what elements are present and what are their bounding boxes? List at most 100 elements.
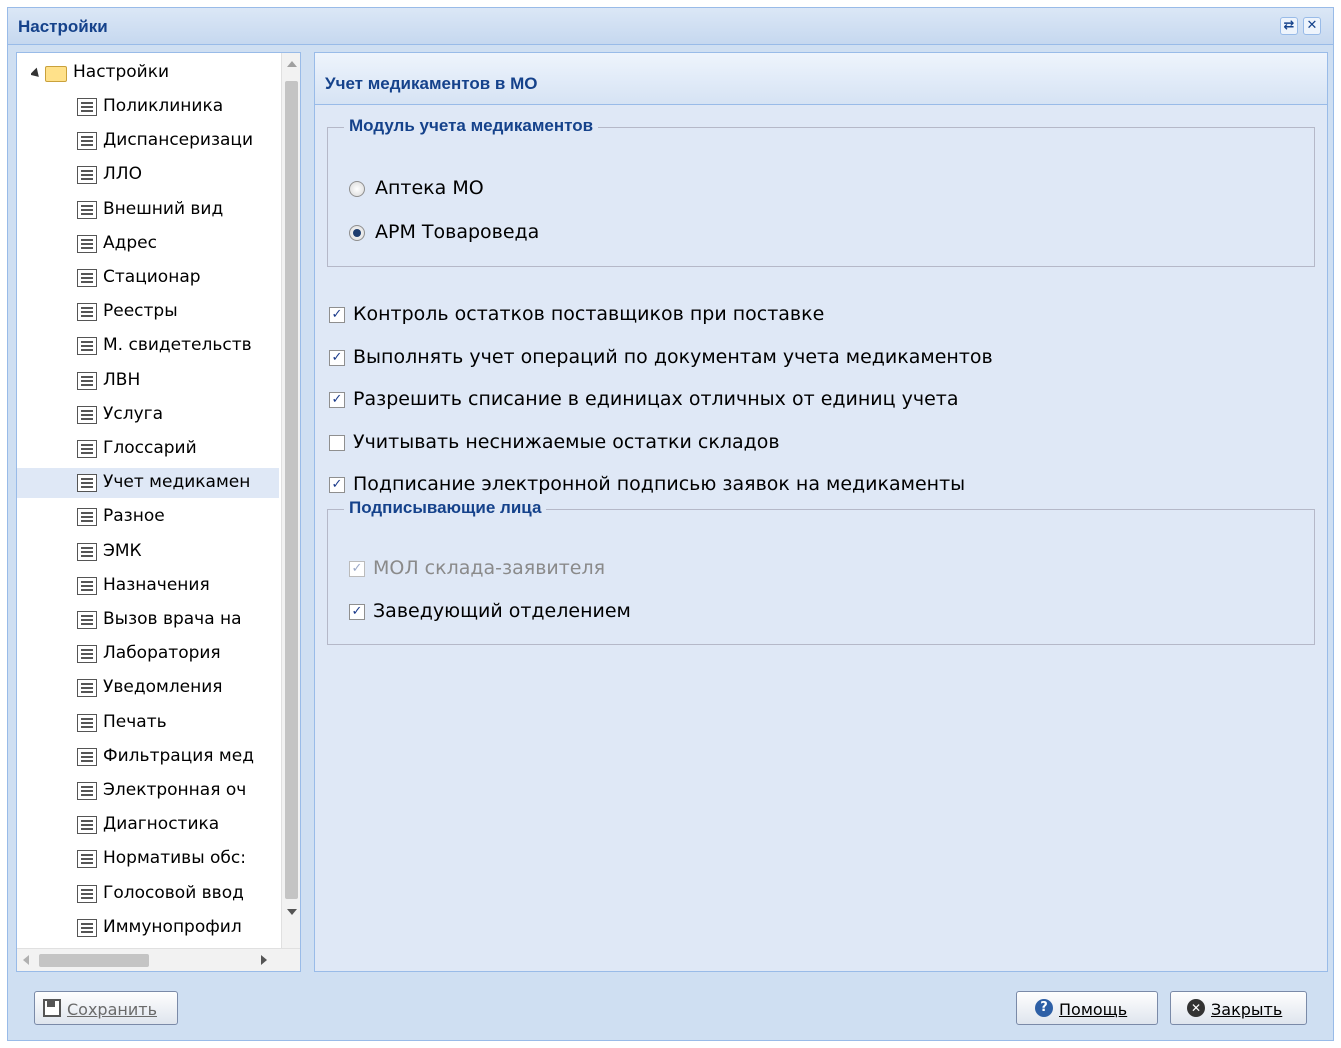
page-icon: [77, 542, 97, 561]
refresh-icon[interactable]: ⇄: [1280, 17, 1298, 35]
tree-item[interactable]: Назначения: [77, 571, 279, 601]
tree-item-label: М. свидетельств: [103, 335, 252, 356]
page-icon: [77, 166, 97, 185]
tree-item-label: Фильтрация мед: [103, 745, 254, 766]
tree-item[interactable]: М. свидетельств: [77, 331, 279, 361]
tree-item-label: Диспансеризаци: [103, 130, 254, 151]
tree-item-label: ЛВН: [103, 369, 141, 390]
page-icon: [77, 474, 97, 493]
checkbox[interactable]: ✓: [349, 604, 365, 620]
tree-horizontal-scrollbar[interactable]: [17, 948, 300, 971]
tree-item-label: Глоссарий: [103, 438, 197, 458]
tree-item[interactable]: ЛВН: [77, 366, 279, 396]
close-icon[interactable]: ✕: [1303, 17, 1321, 35]
tree-item[interactable]: Диагностика: [77, 810, 279, 840]
window-title: Настройки: [18, 17, 108, 36]
page-icon: [77, 98, 97, 116]
page-icon: [77, 611, 97, 629]
scroll-thumb-horizontal[interactable]: [39, 954, 149, 967]
window-titlebar[interactable]: Настройки ⇄ ✕: [8, 8, 1333, 45]
tree-root[interactable]: Настройки: [31, 61, 281, 89]
tree-item[interactable]: Иммунопрофил: [77, 913, 279, 943]
scroll-left-icon[interactable]: [23, 955, 29, 965]
tree-item-label: Диагностика: [103, 814, 220, 835]
tree-item[interactable]: Стационар: [77, 263, 279, 293]
tree-item[interactable]: Поликлиника: [77, 92, 279, 122]
checkbox-label: МОЛ склада-заявителя: [373, 557, 606, 579]
page-icon: [77, 337, 97, 356]
tree-item-label: ЭМК: [103, 540, 142, 561]
tree-root-label: Настройки: [73, 62, 170, 82]
tree-item[interactable]: ЛЛО: [77, 160, 279, 190]
radio-label: Аптека МО: [375, 177, 484, 199]
radio-label: АРМ Товароведа: [375, 221, 540, 243]
checkbox[interactable]: ✓: [329, 392, 345, 408]
tree-item[interactable]: Глоссарий: [77, 434, 279, 464]
help-icon: ?: [1035, 999, 1053, 1017]
tree-item[interactable]: Лаборатория: [77, 639, 279, 669]
tree-item-label: Учет медикамен: [103, 472, 251, 493]
help-button-label: Помощь: [1059, 1000, 1128, 1019]
tree-item-label: Назначения: [103, 574, 210, 595]
tree-item[interactable]: Нормативы обс:: [77, 844, 279, 874]
tree-item[interactable]: Адрес: [77, 229, 279, 259]
scroll-thumb[interactable]: [285, 81, 298, 899]
checkbox[interactable]: ✓: [329, 307, 345, 323]
tree-item[interactable]: Реестры: [77, 297, 279, 327]
page-icon: [77, 576, 97, 595]
tree-item-label: Внешний вид: [103, 198, 224, 219]
tree-item-label: Уведомления: [103, 677, 223, 698]
scroll-up-icon[interactable]: [287, 61, 297, 67]
page-icon: [77, 850, 97, 869]
scroll-right-icon[interactable]: [261, 955, 267, 965]
checkbox[interactable]: ✓: [329, 477, 345, 493]
page-icon: [77, 303, 97, 322]
page-icon: [77, 132, 97, 151]
module-legend: Модуль учета медикаментов: [344, 116, 599, 136]
page-icon: [77, 440, 97, 458]
folder-open-icon: [45, 66, 67, 82]
tree-item[interactable]: Уведомления: [77, 673, 279, 703]
tree-item[interactable]: Электронная оч: [77, 776, 279, 806]
tree-item[interactable]: Диспансеризаци: [77, 126, 279, 156]
tree-item[interactable]: Разное: [77, 502, 279, 532]
page-icon: [77, 371, 97, 390]
save-button[interactable]: Сохранить: [34, 991, 178, 1025]
panel-title: Учет медикаментов в МО: [325, 74, 538, 93]
tree-item[interactable]: Внешний вид: [77, 195, 279, 225]
checkbox-label: Учитывать неснижаемые остатки складов: [353, 430, 780, 453]
help-button[interactable]: ? Помощь: [1016, 991, 1158, 1025]
page-icon: [77, 200, 97, 219]
checkbox-label: Разрешить списание в единицах отличных о…: [353, 388, 959, 410]
tree-item[interactable]: ЭМК: [77, 537, 279, 567]
page-icon: [77, 234, 97, 253]
close-button[interactable]: ✕ Закрыть: [1170, 991, 1307, 1025]
expand-arrow-icon[interactable]: [31, 67, 43, 81]
tree-item[interactable]: Голосовой ввод: [77, 879, 279, 909]
scroll-down-icon[interactable]: [287, 909, 297, 915]
tree-item[interactable]: Вызов врача на: [77, 605, 279, 635]
checkbox[interactable]: ✓: [329, 349, 345, 366]
tree-item-label: Адрес: [103, 232, 157, 253]
tree-item-label: Лаборатория: [103, 643, 221, 664]
tree-item-label: Поликлиника: [103, 96, 224, 116]
page-icon: [77, 782, 97, 800]
tree-vertical-scrollbar[interactable]: [281, 53, 300, 948]
checkbox-label: Подписание электронной подписью заявок н…: [353, 473, 966, 495]
tree-item[interactable]: Услуга: [77, 400, 279, 430]
checkbox[interactable]: [329, 434, 345, 451]
tree-item[interactable]: Фильтрация мед: [77, 742, 279, 772]
radio-button-selected[interactable]: [349, 225, 365, 241]
tree-item[interactable]: Печать: [77, 708, 279, 738]
settings-content-panel: Учет медикаментов в МО Модуль учета меди…: [314, 52, 1328, 972]
tree-item-label: Электронная оч: [103, 780, 247, 800]
save-icon: [43, 999, 61, 1017]
checkbox-label: Выполнять учет операций по документам уч…: [353, 345, 993, 368]
checkbox-label: Заведующий отделением: [373, 600, 631, 622]
page-icon: [77, 918, 97, 937]
tree-item[interactable]: Учет медикамен: [17, 468, 279, 499]
radio-button[interactable]: [349, 181, 365, 197]
tree-item-label: Иммунопрофил: [103, 916, 242, 937]
page-icon: [77, 405, 97, 424]
checkbox-label: Контроль остатков поставщиков при постав…: [353, 303, 825, 325]
